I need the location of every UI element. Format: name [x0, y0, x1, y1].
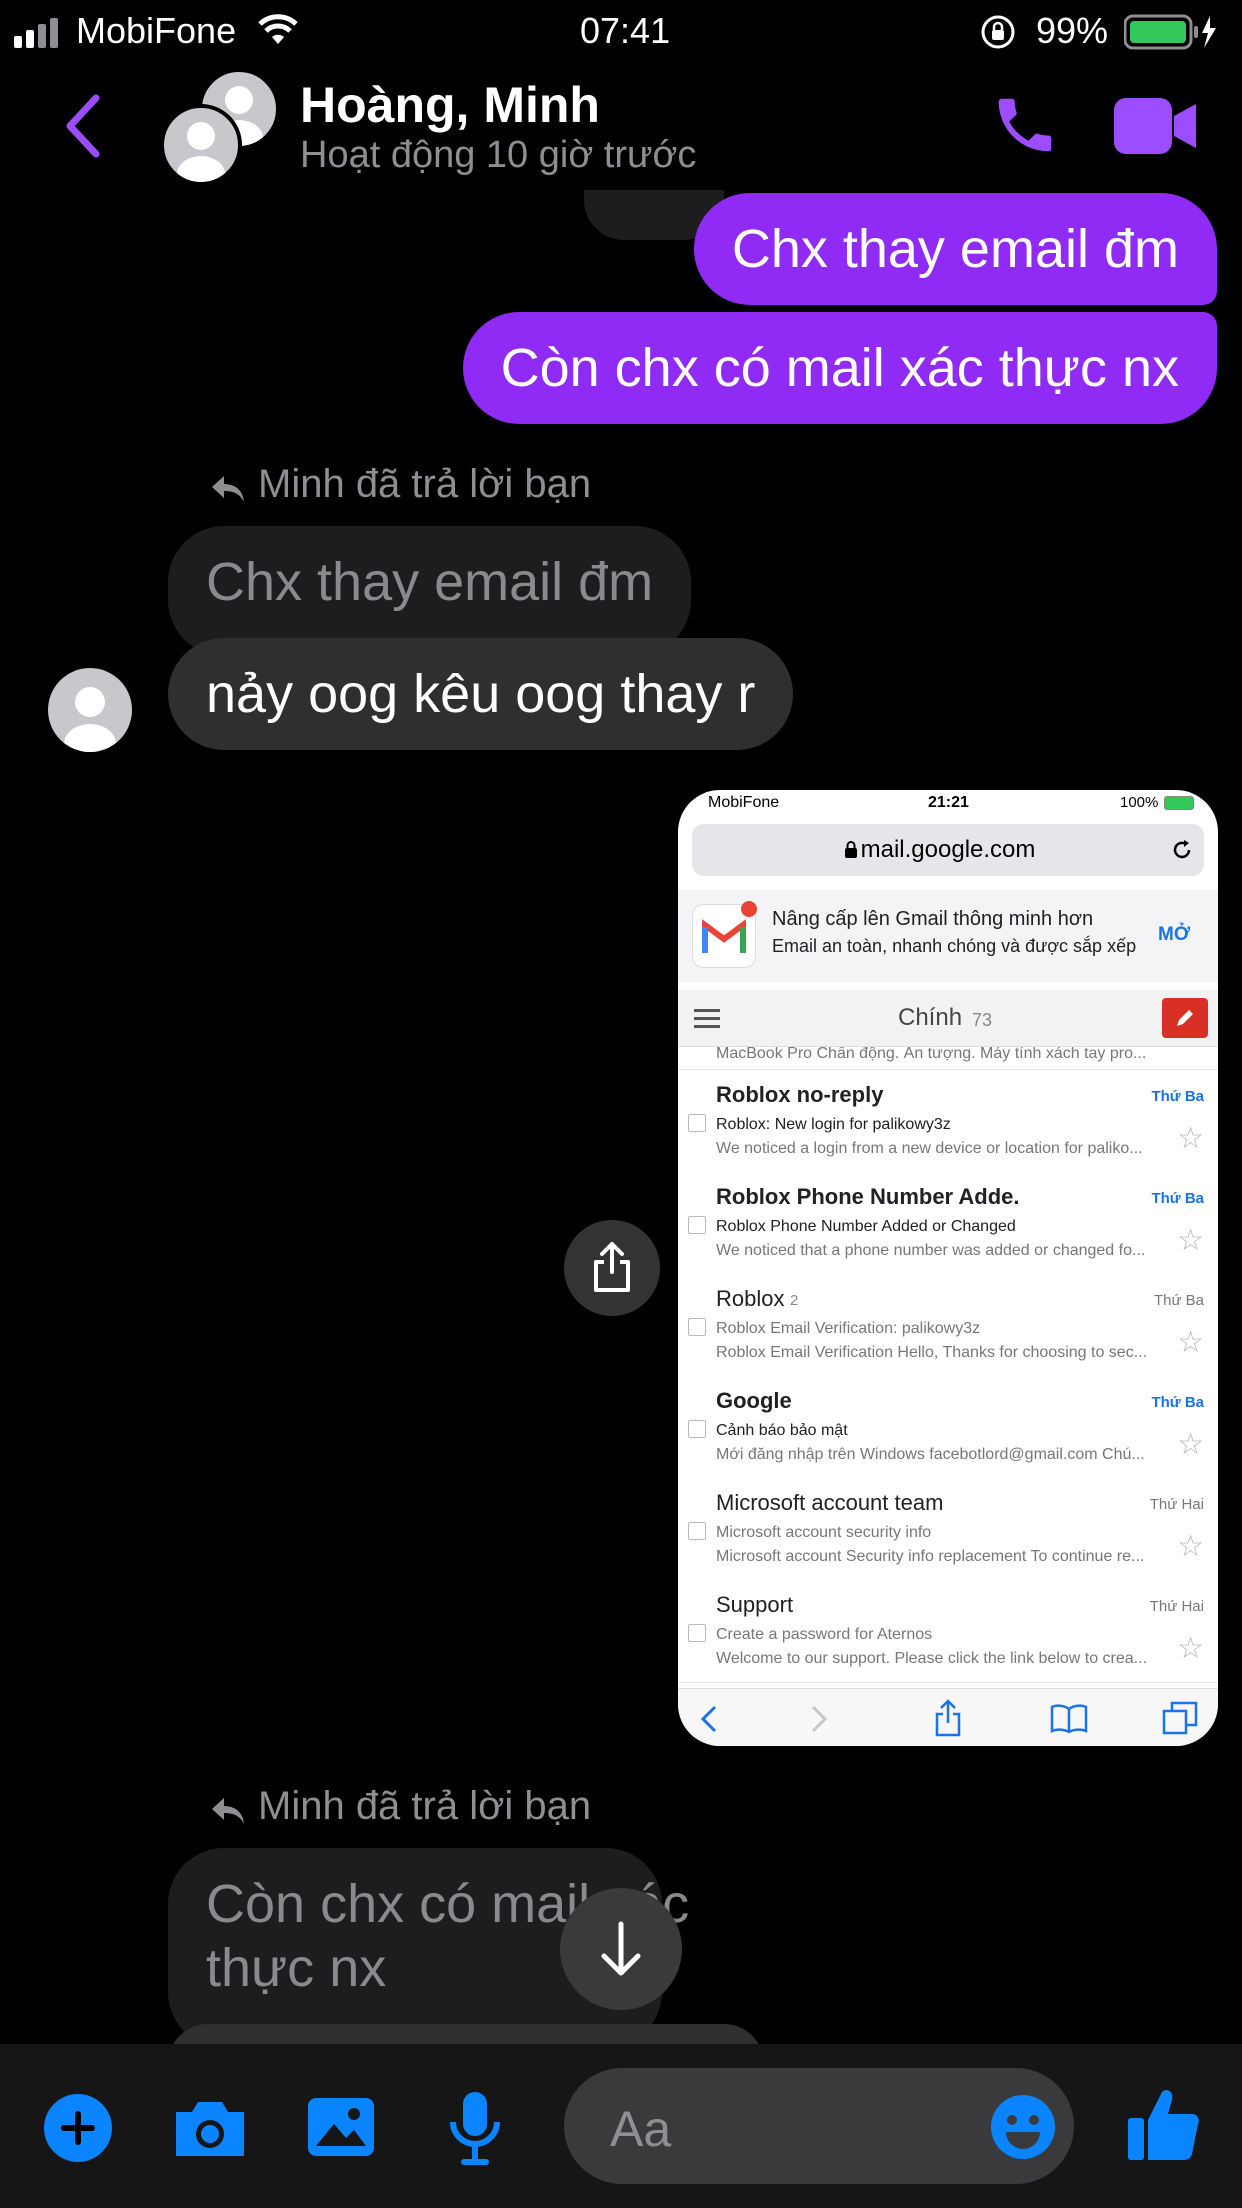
battery-percent: 99% [1036, 10, 1109, 51]
reply-arrow-icon [212, 476, 244, 502]
tab-label: Chính [898, 1004, 963, 1031]
battery-icon [1124, 14, 1216, 50]
composer-bar: Aa [0, 2044, 1242, 2208]
star-icon: ☆ [1177, 1224, 1204, 1257]
mail-checkbox [688, 1624, 706, 1642]
thumbs-up-icon[interactable] [1126, 2086, 1200, 2162]
mail-row: Roblox 2 Roblox Email Verification: pali… [678, 1274, 1218, 1377]
phone-call-icon[interactable] [990, 90, 1060, 160]
safari-share-icon [935, 1699, 961, 1737]
avatar-front [160, 104, 242, 186]
safari-tabs-icon [1162, 1701, 1198, 1735]
mail-checkbox [688, 1420, 706, 1438]
plus-button[interactable] [44, 2094, 112, 2162]
sender-avatar[interactable] [48, 668, 132, 752]
mail-checkbox [688, 1522, 706, 1540]
quoted-message[interactable]: Chx thay email đm [168, 526, 692, 656]
share-icon [594, 1242, 630, 1292]
shot-status-bar: MobiFone 21:21 100% [678, 790, 1218, 816]
emoji-icon[interactable] [990, 2094, 1056, 2160]
shot-mail-tabbar: Chính 73 [678, 990, 1218, 1047]
star-icon: ☆ [1177, 1530, 1204, 1563]
mail-checkbox [688, 1318, 706, 1336]
shot-url: mail.google.com [860, 836, 1036, 863]
outgoing-message[interactable]: Chx thay email đm [693, 193, 1217, 305]
group-avatar[interactable] [160, 68, 280, 188]
shot-safari-toolbar [678, 1688, 1218, 1746]
promo-open-link: MỞ [1158, 924, 1191, 945]
mail-row: Support Create a password for Aternos We… [678, 1580, 1218, 1683]
arrow-down-icon [601, 1921, 641, 1976]
photo-gallery-icon[interactable] [306, 2096, 376, 2158]
tab-count: 73 [972, 1010, 993, 1030]
mail-row: Roblox no-reply Roblox: New login for pa… [678, 1070, 1218, 1173]
share-button[interactable] [564, 1220, 660, 1316]
star-icon: ☆ [1177, 1326, 1204, 1359]
clock: 07:41 [580, 10, 671, 51]
mail-row: Google Cảnh báo bảo mật Mới đăng nhập tr… [678, 1376, 1218, 1479]
plus-icon [61, 2111, 95, 2145]
compose-pencil-icon [1162, 998, 1208, 1038]
shot-url-bar: mail.google.com [692, 824, 1204, 876]
safari-back-icon [700, 1705, 717, 1733]
shot-battery-icon [1164, 796, 1194, 810]
reload-icon [1173, 840, 1191, 859]
scroll-to-bottom-button[interactable] [560, 1888, 682, 2010]
back-chevron-icon[interactable] [62, 94, 102, 158]
signal-icon [14, 18, 58, 48]
star-icon: ☆ [1177, 1632, 1204, 1665]
shot-gmail-promo: Nâng cấp lên Gmail thông minh hơn Email … [678, 890, 1218, 982]
safari-forward-icon [811, 1705, 828, 1733]
video-call-icon[interactable] [1114, 98, 1196, 154]
camera-icon[interactable] [172, 2096, 248, 2160]
star-icon: ☆ [1177, 1428, 1204, 1461]
mail-checkbox [688, 1114, 706, 1132]
gmail-logo-icon [692, 901, 757, 968]
microphone-icon[interactable] [448, 2090, 502, 2166]
mail-row: Microsoft account team Microsoft account… [678, 1478, 1218, 1581]
message-input[interactable]: Aa [564, 2068, 1074, 2184]
safari-bookmarks-icon [1050, 1704, 1088, 1733]
conversation-header: Hoàng, Minh Hoạt động 10 giờ trước [0, 62, 1242, 192]
outgoing-message[interactable]: Còn chx có mail xác thực nx [462, 312, 1217, 424]
incoming-message[interactable]: nảy oog kêu oog thay r [168, 638, 794, 750]
menu-icon [694, 1009, 720, 1028]
message-input-placeholder: Aa [610, 2101, 672, 2157]
lock-icon [845, 841, 857, 858]
mail-checkbox [688, 1216, 706, 1234]
shared-screenshot-image[interactable]: MobiFone 21:21 100% mail.google.com Nâng… [678, 790, 1218, 1746]
mail-row: Roblox Phone Number Adde. Roblox Phone N… [678, 1172, 1218, 1275]
reply-arrow-icon [212, 1798, 244, 1824]
wifi-icon [258, 14, 298, 44]
promo-title: Nâng cấp lên Gmail thông minh hơn [772, 908, 1094, 930]
activity-status: Hoạt động 10 giờ trước [300, 134, 697, 176]
contact-name[interactable]: Hoàng, Minh [300, 76, 600, 134]
status-bar: MobiFone 07:41 99% [0, 0, 1242, 62]
partial-mail-row: MacBook Pro Chấn động. Ấn tượng. Máy tín… [678, 1047, 1218, 1070]
promo-subtitle: Email an toàn, nhanh chóng và được sắp x… [772, 936, 1137, 956]
star-icon: ☆ [1177, 1122, 1204, 1155]
rotation-lock-icon [981, 15, 1015, 49]
carrier-name: MobiFone [76, 10, 237, 51]
